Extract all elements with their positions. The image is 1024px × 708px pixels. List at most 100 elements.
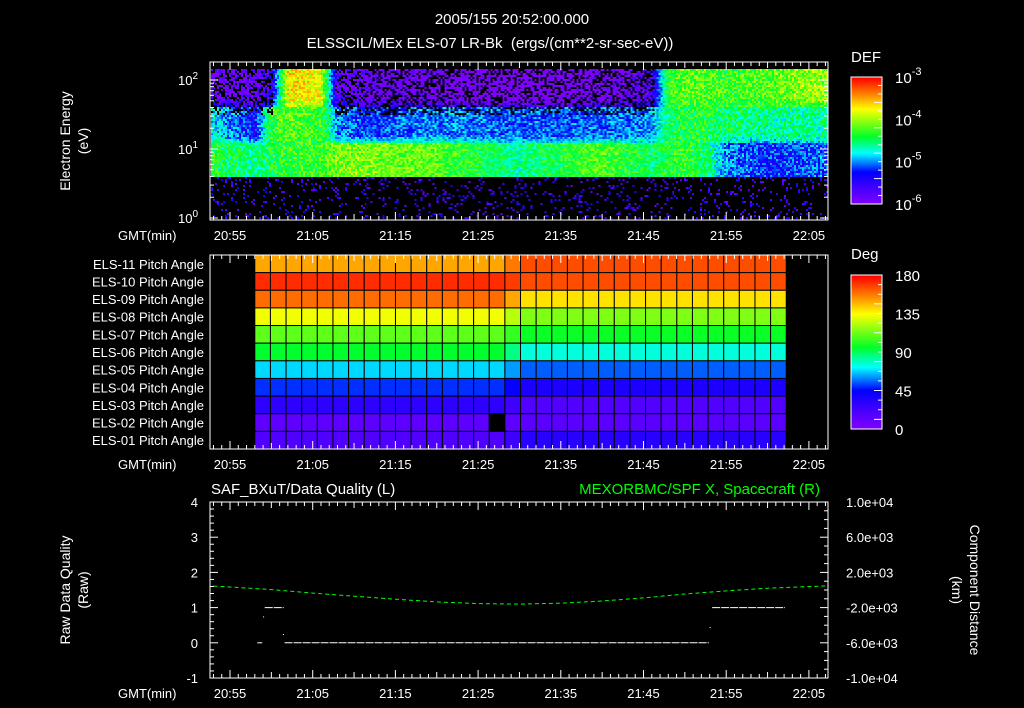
pitch-angle-cell <box>738 325 756 344</box>
spec-plot-frame <box>209 61 829 221</box>
pitch-angle-cell <box>426 254 443 274</box>
pitch-angle-cell <box>598 395 615 415</box>
pitch-angle-cell <box>426 272 443 291</box>
pitch-angle-cell <box>301 342 318 362</box>
quality-point <box>282 634 284 635</box>
plot-datetime: 2005/155 20:52:00.000 <box>435 11 589 28</box>
pitch-angle-cell <box>504 325 522 344</box>
pitch-angle-cell <box>629 377 647 397</box>
pitch-angle-cell <box>504 360 522 379</box>
time-tick-label: 21:55 <box>710 228 743 243</box>
pitch-angle-cell <box>723 377 740 397</box>
pitch-angle-cell <box>598 325 615 344</box>
pitch-angle-cell <box>566 325 584 344</box>
time-tick-label: 21:25 <box>462 228 495 243</box>
pitch-angle-cell <box>426 430 443 450</box>
pitch-angle-cell <box>582 360 600 379</box>
pitch-angle-cell <box>738 289 756 309</box>
pitch-angle-cell <box>394 272 412 291</box>
pitch-angle-cell <box>691 272 709 291</box>
spf-title: MEXORBMC/SPF X, Spacecraft (R) <box>579 481 820 498</box>
pitch-angle-cell <box>285 395 303 415</box>
pitch-angle-cell <box>613 307 631 327</box>
pitch-angle-cell <box>770 413 787 432</box>
energy-axis-unit: (eV) <box>75 128 91 154</box>
pitch-angle-cell <box>566 272 584 291</box>
pitch-angle-cell <box>738 413 756 432</box>
pitch-angle-cell <box>629 325 647 344</box>
distance-axis-unit: (km) <box>949 576 965 604</box>
pitch-angle-cell <box>441 360 459 379</box>
pitch-angle-cell <box>535 377 553 397</box>
pitch-angle-cell <box>691 307 709 327</box>
pitch-angle-cell <box>738 395 756 415</box>
pitch-angle-cell <box>426 377 443 397</box>
pitch-angle-cell <box>426 360 443 379</box>
pitch-angle-cell <box>707 360 725 379</box>
pitch-angle-cell <box>582 342 600 362</box>
pitch-angle-cell <box>379 325 396 344</box>
pitch-angle-cell <box>535 307 553 327</box>
time-tick-label: 22:05 <box>793 228 826 243</box>
pitch-angle-cell <box>316 360 334 379</box>
deg-colorbar-label: 90 <box>895 345 912 362</box>
tick-base: 10 <box>895 112 912 129</box>
distance-axis-label: Component Distance <box>967 525 983 656</box>
pitch-angle-cell <box>254 413 271 432</box>
pitch-angle-cell <box>645 360 662 379</box>
pitch-angle-cell <box>613 395 631 415</box>
pitch-angle-cell <box>551 430 568 450</box>
pitch-angle-cell <box>473 377 490 397</box>
pitch-angle-cell <box>426 325 443 344</box>
pitch-angle-cell <box>723 272 740 291</box>
pitch-angle-cell <box>551 395 568 415</box>
pitch-angle-cell <box>535 360 553 379</box>
pitch-angle-cell <box>691 395 709 415</box>
pitch-angle-cell <box>582 289 600 309</box>
pitch-angle-cell <box>707 413 725 432</box>
pitch-angle-cell <box>535 325 553 344</box>
pitch-angle-cell <box>707 307 725 327</box>
pitch-angle-cell <box>566 254 584 274</box>
pitch-angle-cell <box>535 395 553 415</box>
pitch-angle-cell <box>645 430 662 450</box>
pitch-angle-cell <box>598 360 615 379</box>
pitch-angle-cell <box>535 272 553 291</box>
distance-tick-label: -2.0e+03 <box>846 601 898 616</box>
energy-tick-label: 101 <box>178 140 198 157</box>
tick-base: 10 <box>178 142 192 157</box>
pitch-angle-cell <box>598 430 615 450</box>
def-colorbar-label: 10-6 <box>895 193 921 214</box>
tick-base: 10 <box>895 197 912 214</box>
time-tick-label: 21:25 <box>462 686 495 701</box>
pitch-angle-cell <box>520 413 537 432</box>
pitch-angle-cell <box>254 289 271 309</box>
pitch-angle-cell <box>394 377 412 397</box>
pitch-angle-cell <box>269 430 287 450</box>
pitch-angle-cell <box>551 342 568 362</box>
pitch-angle-cell <box>613 413 631 432</box>
def-colorbar-label: 10-4 <box>895 108 921 129</box>
pitch-row-label: ELS-07 Pitch Angle <box>92 327 204 342</box>
pitch-angle-cell <box>457 395 475 415</box>
pitch-angle-cell <box>645 254 662 274</box>
pitch-angle-cell <box>551 360 568 379</box>
pitch-angle-cell <box>754 395 772 415</box>
pitch-angle-cell <box>598 289 615 309</box>
spf-x-line <box>213 585 829 605</box>
pitch-angle-cell <box>269 289 287 309</box>
time-tick-label: 21:45 <box>627 228 660 243</box>
time-tick-label: 21:35 <box>545 686 578 701</box>
pitch-angle-cell <box>410 360 428 379</box>
pitch-angle-cell <box>535 289 553 309</box>
pitch-angle-cell <box>770 272 787 291</box>
pitch-angle-cell <box>254 272 271 291</box>
pitch-angle-cell <box>723 325 740 344</box>
pitch-angle-cell <box>394 289 412 309</box>
pitch-angle-cell <box>691 342 709 362</box>
pitch-angle-cell <box>551 272 568 291</box>
quality-axis-label: Raw Data Quality <box>57 536 73 645</box>
pitch-angle-cell <box>426 307 443 327</box>
pitch-angle-cells <box>254 254 787 450</box>
quality-point <box>709 626 711 628</box>
